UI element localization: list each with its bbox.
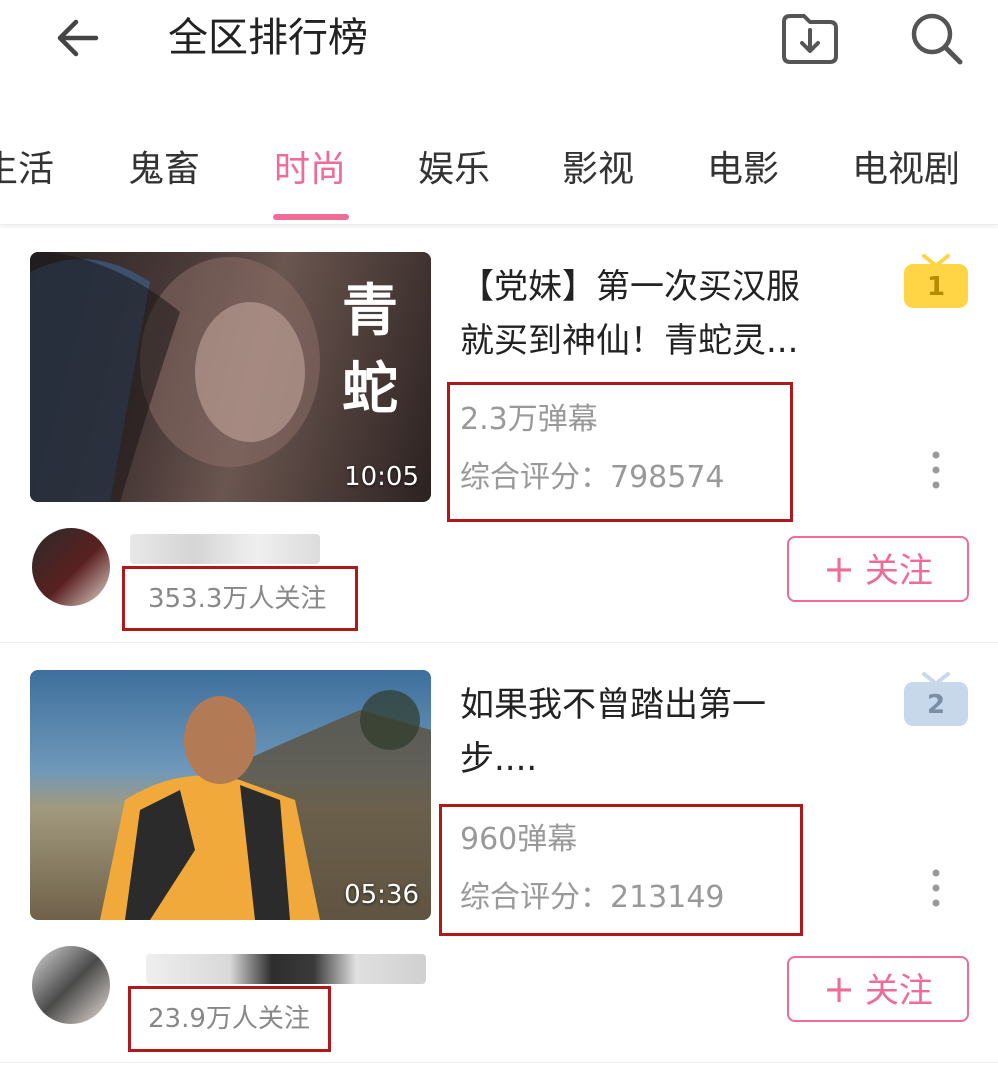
follow-button[interactable]: + 关注 — [787, 956, 969, 1022]
follow-label: 关注 — [864, 551, 933, 591]
tab-movie[interactable]: 电影 — [707, 142, 779, 198]
follow-button[interactable]: + 关注 — [787, 536, 969, 602]
ranking-card[interactable]: 青蛇 10:05 【党妹】第一次买汉服 就买到神仙！青蛇灵... 1 2.3万弹… — [0, 228, 998, 643]
rank-number: 2 — [927, 690, 945, 720]
tab-film-tv[interactable]: 影视 — [562, 142, 634, 198]
active-tab-indicator — [273, 214, 349, 220]
rank-badge-tv-icon: 2 — [904, 672, 968, 726]
download-folder-icon[interactable] — [778, 10, 840, 66]
tab-life[interactable]: 生活 — [0, 142, 54, 198]
uploader-name-blurred — [146, 954, 426, 984]
uploader-name-blurred — [130, 534, 320, 564]
plus-icon: + — [823, 967, 855, 1011]
top-bar: 全区排行榜 — [0, 0, 998, 100]
tab-entertainment[interactable]: 娱乐 — [418, 142, 490, 198]
more-options-icon[interactable] — [930, 868, 942, 908]
video-duration: 05:36 — [344, 880, 419, 910]
rank-badge-tv-icon: 1 — [904, 254, 968, 308]
more-options-icon[interactable] — [930, 450, 942, 490]
tab-kichiku[interactable]: 鬼畜 — [128, 142, 200, 198]
back-arrow-icon[interactable] — [50, 12, 106, 68]
divider — [0, 642, 998, 643]
highlight-box — [447, 382, 793, 522]
video-title-line1[interactable]: 【党妹】第一次买汉服 — [460, 260, 880, 314]
search-icon[interactable] — [906, 8, 966, 68]
category-tabs: 生活 鬼畜 时尚 娱乐 影视 电影 电视剧 — [0, 120, 998, 225]
divider — [0, 1062, 998, 1063]
video-title-line2[interactable]: 步.... — [460, 732, 880, 786]
highlight-box — [128, 986, 331, 1052]
avatar[interactable] — [32, 946, 110, 1024]
tab-fashion[interactable]: 时尚 — [274, 142, 346, 198]
avatar[interactable] — [32, 528, 110, 606]
highlight-box — [122, 566, 358, 631]
page-title: 全区排行榜 — [168, 15, 368, 61]
video-thumbnail[interactable]: 青蛇 10:05 — [30, 252, 431, 502]
follow-label: 关注 — [864, 971, 933, 1011]
highlight-box — [439, 804, 803, 936]
video-title-line2[interactable]: 就买到神仙！青蛇灵... — [460, 314, 880, 368]
video-duration: 10:05 — [344, 462, 419, 492]
video-title-line1[interactable]: 如果我不曾踏出第一 — [460, 678, 880, 732]
tab-tv-series[interactable]: 电视剧 — [852, 142, 960, 198]
ranking-card[interactable]: 05:36 如果我不曾踏出第一 步.... 2 960弹幕 综合评分：21314… — [0, 646, 998, 1061]
video-thumbnail[interactable]: 05:36 — [30, 670, 431, 920]
rank-number: 1 — [927, 272, 945, 302]
thumbnail-caption: 青蛇 — [342, 278, 398, 422]
plus-icon: + — [823, 547, 855, 591]
